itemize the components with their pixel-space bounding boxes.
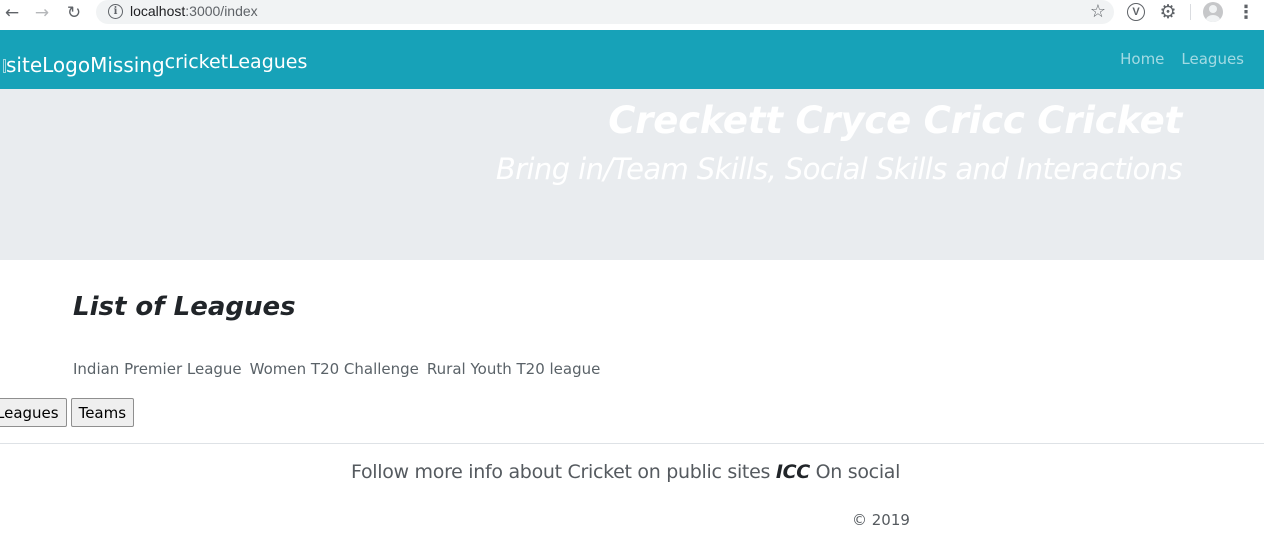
toolbar-divider bbox=[1190, 4, 1191, 20]
site-navbar: siteLogoMissing cricketLeagues Home Leagu… bbox=[0, 30, 1264, 89]
nav-link-leagues[interactable]: Leagues bbox=[1181, 50, 1244, 68]
copyright: © 2019 bbox=[852, 511, 910, 529]
page-heading: List of Leagues bbox=[73, 292, 296, 322]
hero-jumbotron: Creckett Cryce Cricc Cricket Bring in/Te… bbox=[0, 89, 1264, 260]
logo-alt-text: siteLogoMissing bbox=[6, 53, 165, 77]
league-item[interactable]: Rural Youth T20 league bbox=[427, 360, 600, 378]
footer-icc-link[interactable]: ICC bbox=[776, 461, 810, 483]
back-arrow-icon[interactable]: ← bbox=[2, 3, 22, 23]
league-item[interactable]: Women T20 Challenge bbox=[250, 360, 419, 378]
hero-title: Creckett Cryce Cricc Cricket bbox=[608, 99, 1182, 142]
leagues-button[interactable]: Leagues bbox=[0, 398, 67, 427]
league-item[interactable]: Indian Premier League bbox=[73, 360, 242, 378]
footer-text-after: On social bbox=[809, 461, 901, 483]
extension-v-icon[interactable]: V bbox=[1126, 2, 1146, 22]
profile-avatar-icon[interactable] bbox=[1203, 2, 1223, 22]
footer-text: Follow more info about Cricket on public… bbox=[351, 461, 900, 483]
action-buttons: Leagues Teams bbox=[0, 398, 135, 427]
nav-links: Home Leagues bbox=[1120, 50, 1244, 68]
browser-menu-icon[interactable]: ⋮ bbox=[1236, 2, 1256, 23]
forward-arrow-icon[interactable]: → bbox=[32, 3, 52, 23]
league-list: Indian Premier League Women T20 Challeng… bbox=[73, 360, 600, 378]
teams-button[interactable]: Teams bbox=[70, 398, 135, 427]
hero-subtitle: Bring in/Team Skills, Social Skills and … bbox=[495, 152, 1183, 186]
address-bar[interactable]: i localhost:3000/index ☆ bbox=[96, 0, 1114, 24]
extension-gear-icon[interactable]: ⚙ bbox=[1158, 1, 1178, 23]
nav-link-home[interactable]: Home bbox=[1120, 50, 1164, 68]
url-path: :3000/index bbox=[185, 3, 258, 19]
site-brand[interactable]: siteLogoMissing cricketLeagues bbox=[3, 47, 307, 77]
url-host: localhost bbox=[130, 3, 186, 19]
url-text[interactable]: localhost:3000/index bbox=[130, 3, 258, 19]
brand-name[interactable]: cricketLeagues bbox=[165, 51, 308, 73]
bookmark-star-icon[interactable]: ☆ bbox=[1090, 1, 1106, 22]
browser-toolbar: ← → ↻ i localhost:3000/index ☆ V ⚙ ⋮ bbox=[0, 0, 1264, 29]
info-icon[interactable]: i bbox=[108, 4, 123, 19]
reload-icon[interactable]: ↻ bbox=[64, 3, 84, 23]
site-logo-broken-image[interactable]: siteLogoMissing bbox=[3, 53, 165, 77]
footer-divider bbox=[0, 443, 1264, 444]
footer-text-before: Follow more info about Cricket on public… bbox=[351, 461, 776, 483]
